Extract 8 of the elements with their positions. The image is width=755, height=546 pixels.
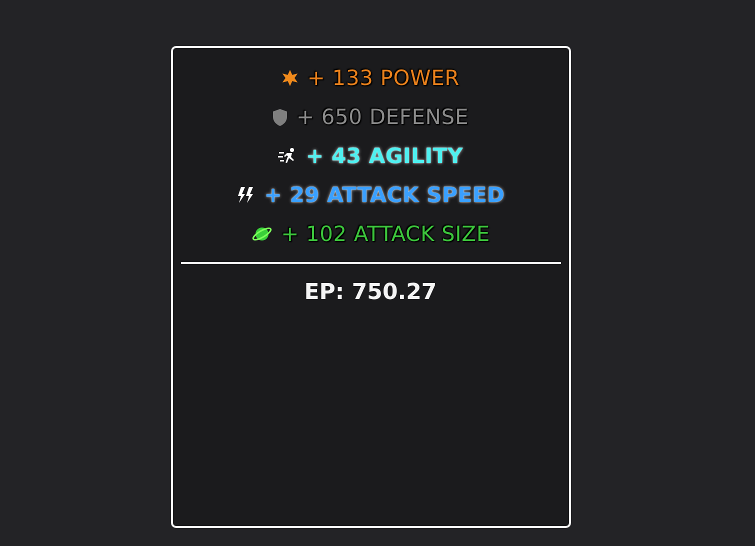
star-icon — [281, 69, 300, 87]
stat-text: + 133 POWER — [307, 66, 460, 90]
shield-icon — [272, 108, 288, 126]
stat-text: + 43 AGILITY — [306, 144, 464, 168]
ep-value: EP: 750.27 — [304, 280, 437, 305]
stat-text: + 29 ATTACK SPEED — [264, 183, 505, 207]
stat-text: + 102 ATTACK SIZE — [281, 222, 490, 246]
stat-text: + 650 DEFENSE — [296, 105, 469, 129]
